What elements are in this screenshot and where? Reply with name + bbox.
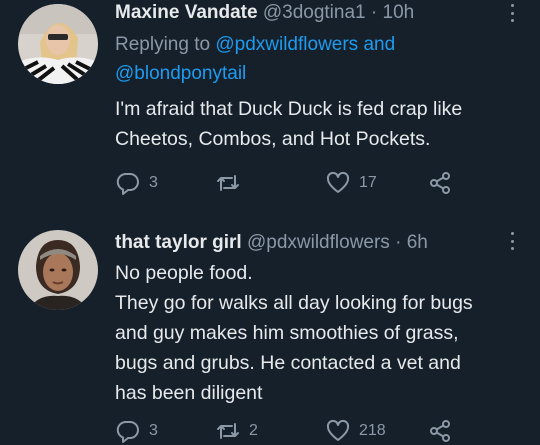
tweet-text-line: I'm afraid that Duck Duck is fed crap li… <box>115 98 463 120</box>
reply-mention-link[interactable]: @pdxwildflowers <box>215 34 358 55</box>
tweet-text: No people food. They go for walks all da… <box>115 258 526 408</box>
share-icon <box>430 420 450 442</box>
share-icon <box>430 172 450 194</box>
tweet-text-line: bugs and grubs. He contacted a vet and <box>115 352 461 374</box>
tweet-text-line: has been diligent <box>115 382 263 404</box>
like-count: 218 <box>359 422 386 439</box>
display-name[interactable]: Maxine Vandate <box>115 2 258 23</box>
like-count: 17 <box>359 174 377 191</box>
retweet-button[interactable]: 2 <box>215 418 258 444</box>
reply-count: 3 <box>149 422 158 439</box>
tweet-2[interactable]: that taylor girl @pdxwildflowers · 6h No… <box>0 220 540 445</box>
more-options-icon[interactable] <box>510 4 514 22</box>
retweet-button[interactable] <box>215 170 249 196</box>
replying-to-label: Replying to <box>115 34 211 55</box>
separator: · <box>395 232 402 253</box>
more-options-icon[interactable] <box>510 232 514 250</box>
replying-to: Replying to @pdxwildflowers and @blondpo… <box>115 30 526 88</box>
reply-button[interactable]: 3 <box>115 170 158 196</box>
reply-button[interactable]: 3 <box>115 418 158 444</box>
tweet-text-line: No people food. <box>115 262 253 284</box>
like-button[interactable]: 17 <box>325 170 377 196</box>
tweet-header: that taylor girl @pdxwildflowers · 6h <box>115 230 526 256</box>
reply-count: 3 <box>149 174 158 191</box>
like-icon <box>326 419 350 441</box>
tweet-text: I'm afraid that Duck Duck is fed crap li… <box>115 94 526 154</box>
like-button[interactable]: 218 <box>325 418 386 444</box>
tweet-1[interactable]: Maxine Vandate @3dogtina1 · 10h Replying… <box>0 0 540 215</box>
reply-icon <box>116 420 139 443</box>
avatar[interactable] <box>18 4 98 84</box>
tweet-text-line: Cheetos, Combos, and Hot Pockets. <box>115 128 431 150</box>
tweet-actions: 3 2 218 <box>115 418 515 444</box>
avatar[interactable] <box>18 230 98 310</box>
share-button[interactable] <box>427 418 453 444</box>
handle[interactable]: @3dogtina1 <box>263 2 366 23</box>
tweet-actions: 3 17 <box>115 170 515 196</box>
avatar-image <box>18 230 98 310</box>
tweet-text-line: They go for walks all day looking for bu… <box>115 292 473 314</box>
display-name[interactable]: that taylor girl <box>115 232 242 253</box>
timestamp[interactable]: 6h <box>407 232 428 253</box>
retweet-count: 2 <box>249 422 258 439</box>
share-button[interactable] <box>427 170 453 196</box>
timestamp[interactable]: 10h <box>383 2 415 23</box>
reply-and-text: and <box>363 34 396 55</box>
tweet-text-line: and guy makes him smoothies of grass, <box>115 322 459 344</box>
avatar-image <box>18 4 98 84</box>
retweet-icon <box>217 423 239 439</box>
handle[interactable]: @pdxwildflowers <box>247 232 390 253</box>
reply-icon <box>116 172 139 195</box>
like-icon <box>326 171 350 193</box>
separator: · <box>370 2 378 23</box>
retweet-icon <box>217 175 239 191</box>
reply-mention-link[interactable]: @blondponytail <box>115 63 246 84</box>
tweet-header: Maxine Vandate @3dogtina1 · 10h <box>115 0 526 26</box>
